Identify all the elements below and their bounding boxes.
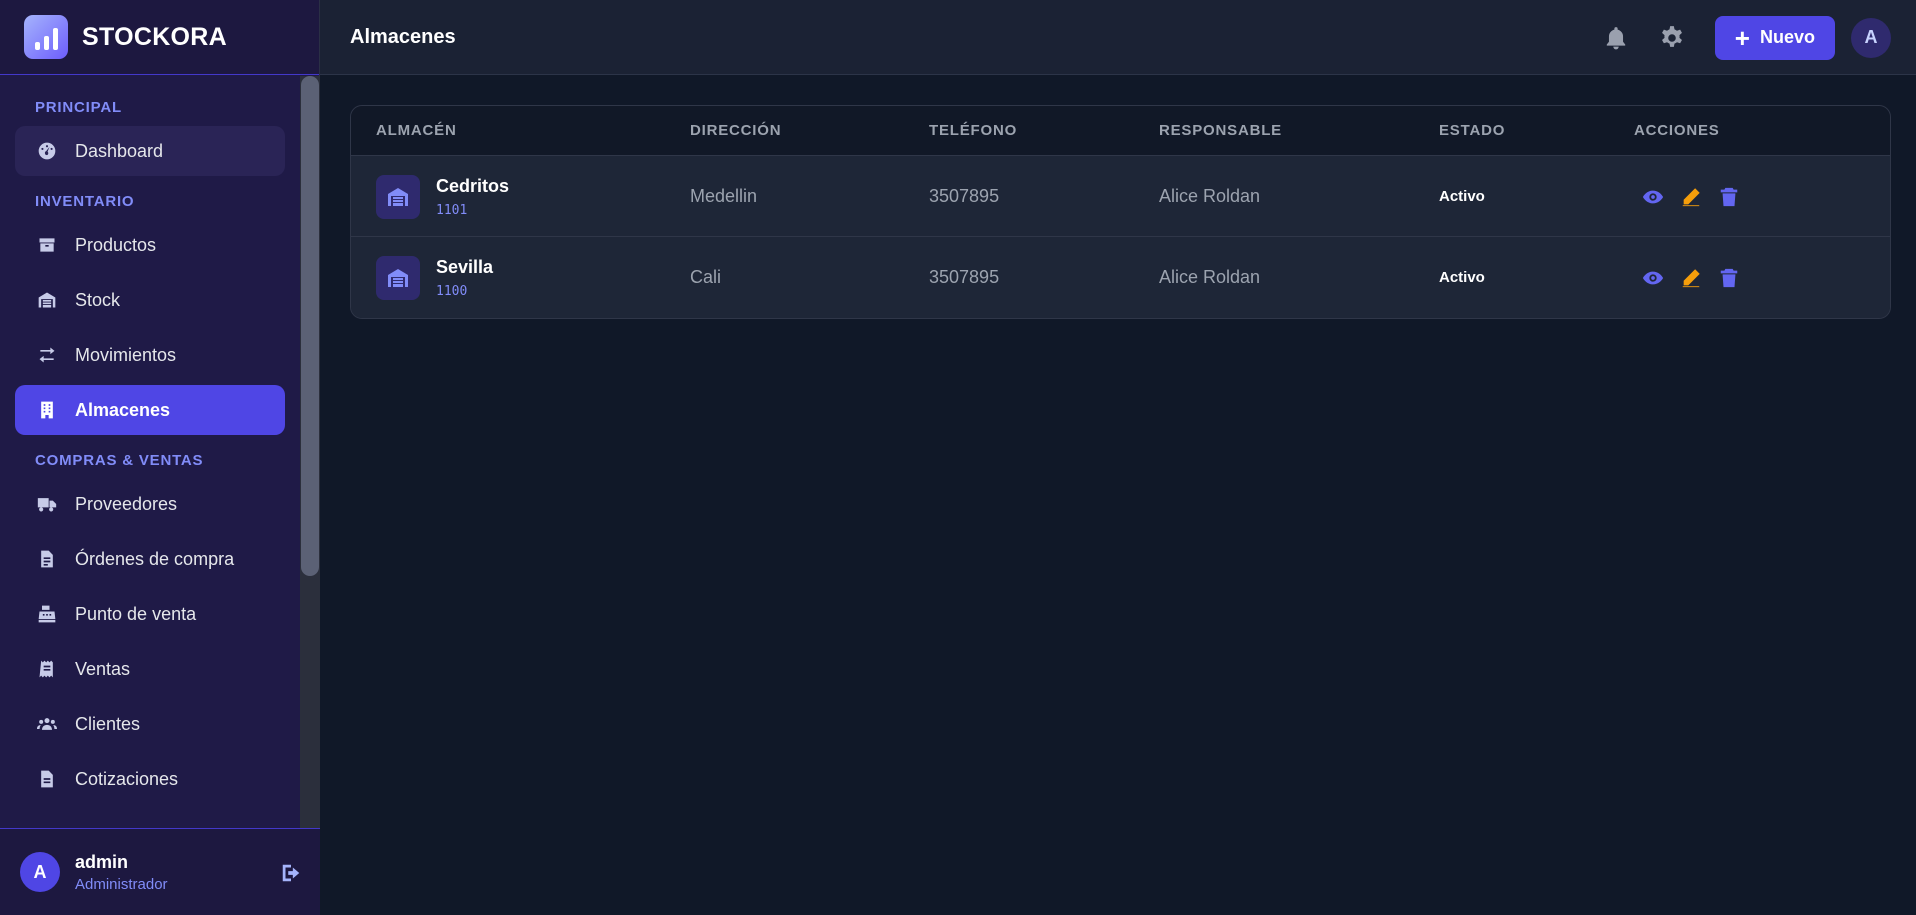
sidebar-item-label: Stock: [75, 289, 121, 310]
truck-icon: [37, 494, 57, 514]
section-label-inventario: INVENTARIO: [35, 193, 135, 210]
warehouse-code: 1100: [436, 283, 468, 299]
section-label-compras-ventas: COMPRAS & VENTAS: [35, 452, 204, 469]
file-invoice-icon: [37, 549, 57, 569]
user-name: admin: [75, 851, 129, 872]
building-icon: [37, 400, 57, 420]
plus-icon: +: [1734, 22, 1750, 53]
column-header-direccion[interactable]: DIRECCIÓN: [690, 122, 781, 139]
sidebar-item-movimientos[interactable]: Movimientos: [15, 330, 285, 380]
app-name: STOCKORA: [82, 22, 228, 51]
warehouse-name: Cedritos: [436, 175, 510, 196]
eye-icon[interactable]: [1641, 185, 1665, 209]
pencil-icon[interactable]: [1679, 185, 1703, 209]
status-badge: Activo: [1439, 188, 1485, 205]
sidebar-item-label: Productos: [75, 234, 157, 255]
warehouse-manager: Alice Roldan: [1159, 267, 1261, 287]
new-button[interactable]: + Nuevo: [1714, 15, 1835, 60]
bar-chart-logo-icon: [24, 15, 68, 59]
sidebar-item-label: Dashboard: [75, 140, 164, 161]
header-avatar[interactable]: A: [1851, 17, 1891, 58]
sidebar-item-label: Almacenes: [75, 399, 171, 420]
receipt-icon: [37, 659, 57, 679]
warehouse-name: Sevilla: [436, 256, 494, 277]
box-icon: [37, 235, 57, 255]
user-info: admin Administrador: [75, 852, 168, 893]
warehouse-address: Medellin: [690, 186, 758, 206]
gauge-icon: [37, 141, 57, 161]
sidebar-item-productos[interactable]: Productos: [15, 220, 285, 270]
warehouse-icon: [376, 174, 420, 219]
sidebar-item-stock[interactable]: Stock: [15, 275, 285, 325]
table-row[interactable]: Cedritos 1101 Medellin 3507895 Alice Rol…: [351, 156, 1890, 237]
warehouses-table: ALMACÉN DIRECCIÓN TELÉFONO RESPONSABLE E…: [350, 105, 1891, 319]
sidebar: STOCKORA PRINCIPAL Dashboard INVENTARIO …: [0, 0, 320, 915]
sidebar-item-label: Cotizaciones: [75, 768, 179, 789]
sidebar-scrollbar-thumb[interactable]: [301, 76, 319, 576]
logout-icon[interactable]: [280, 862, 302, 884]
page-title: Almacenes: [350, 25, 456, 48]
column-header-almacen[interactable]: ALMACÉN: [376, 122, 457, 139]
sidebar-item-label: Movimientos: [75, 344, 177, 365]
column-header-estado[interactable]: ESTADO: [1439, 122, 1505, 139]
sidebar-item-label: Ventas: [75, 658, 131, 679]
top-header: Almacenes + Nuevo A: [320, 0, 1916, 75]
section-label-principal: PRINCIPAL: [35, 99, 122, 116]
sidebar-item-dashboard[interactable]: Dashboard: [15, 126, 285, 176]
column-header-responsable[interactable]: RESPONSABLE: [1159, 122, 1282, 139]
user-footer: A admin Administrador: [0, 828, 320, 915]
warehouse-address: Cali: [690, 267, 722, 287]
sidebar-item-punto-de-venta[interactable]: Punto de venta: [15, 589, 285, 639]
row-actions: [1641, 237, 1741, 318]
user-role: Administrador: [75, 875, 168, 893]
trash-icon[interactable]: [1717, 266, 1741, 290]
gear-icon[interactable]: [1659, 25, 1685, 51]
warehouse-phone: 3507895: [929, 267, 1000, 287]
sidebar-item-ordenes-de-compra[interactable]: Órdenes de compra: [15, 534, 285, 584]
status-badge: Activo: [1439, 269, 1485, 286]
cash-register-icon: [37, 604, 57, 624]
row-actions: [1641, 156, 1741, 237]
warehouse-code: 1101: [436, 202, 468, 218]
brand[interactable]: STOCKORA: [0, 0, 319, 75]
column-header-telefono[interactable]: TELÉFONO: [929, 122, 1017, 139]
sidebar-item-label: Punto de venta: [75, 603, 197, 624]
file-lines-icon: [37, 769, 57, 789]
header-actions: + Nuevo A: [1603, 0, 1891, 75]
trash-icon[interactable]: [1717, 185, 1741, 209]
table-header: ALMACÉN DIRECCIÓN TELÉFONO RESPONSABLE E…: [351, 106, 1890, 156]
avatar[interactable]: A: [20, 852, 60, 892]
bell-icon[interactable]: [1603, 25, 1629, 51]
pencil-icon[interactable]: [1679, 266, 1703, 290]
sidebar-nav: PRINCIPAL Dashboard INVENTARIO Productos…: [0, 76, 300, 828]
sidebar-item-label: Clientes: [75, 713, 141, 734]
new-button-label: Nuevo: [1759, 27, 1815, 47]
sidebar-item-cotizaciones[interactable]: Cotizaciones: [15, 754, 285, 804]
sidebar-item-proveedores[interactable]: Proveedores: [15, 479, 285, 529]
warehouse-manager: Alice Roldan: [1159, 186, 1261, 206]
sidebar-item-clientes[interactable]: Clientes: [15, 699, 285, 749]
warehouse-phone: 3507895: [929, 186, 1000, 206]
sidebar-item-label: Órdenes de compra: [75, 548, 235, 569]
sidebar-item-almacenes[interactable]: Almacenes: [15, 385, 285, 435]
table-row[interactable]: Sevilla 1100 Cali 3507895 Alice Roldan A…: [351, 237, 1890, 318]
users-icon: [37, 714, 57, 734]
column-header-acciones: ACCIONES: [1634, 122, 1720, 139]
sidebar-item-ventas[interactable]: Ventas: [15, 644, 285, 694]
warehouse-icon: [376, 255, 420, 300]
arrows-exchange-icon: [37, 345, 57, 365]
eye-icon[interactable]: [1641, 266, 1665, 290]
warehouse-icon: [37, 290, 57, 310]
sidebar-item-label: Proveedores: [75, 493, 178, 514]
